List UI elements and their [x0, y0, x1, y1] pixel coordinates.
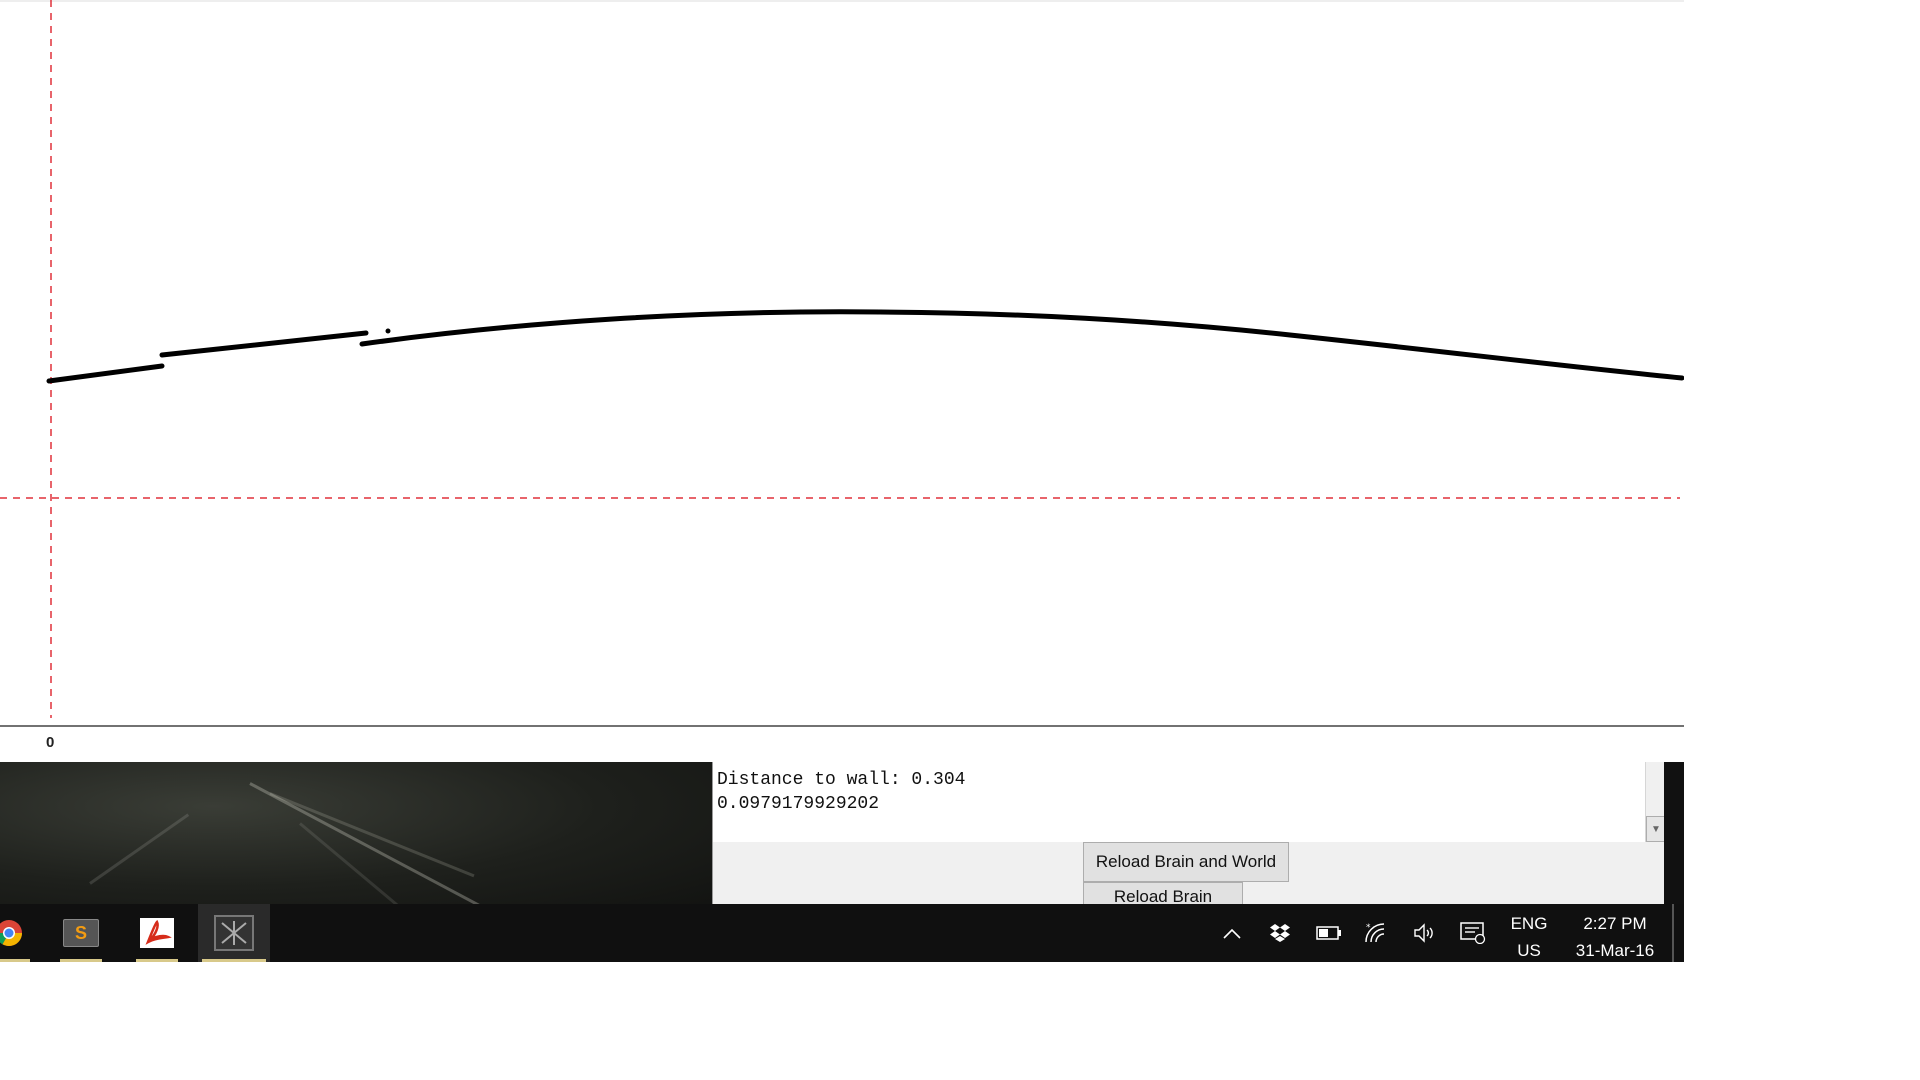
sublime-running-indicator	[60, 959, 102, 962]
curve-noise-dot	[385, 328, 391, 334]
chrome-icon[interactable]	[0, 904, 38, 962]
console-line-distance: Distance to wall: 0.304	[717, 770, 966, 790]
chevron-up-icon[interactable]	[1218, 904, 1246, 962]
taskbar: S * ENG US 2:27 PM 31-Mar-16	[0, 904, 1684, 962]
svg-text:*: *	[1366, 923, 1371, 933]
plot-canvas	[0, 0, 1684, 727]
console-output[interactable]: Distance to wall: 0.304 0.0979179929202	[713, 762, 1645, 842]
console-panel: Distance to wall: 0.304 0.0979179929202 …	[712, 762, 1666, 916]
dropbox-icon[interactable]	[1266, 904, 1294, 962]
language-line2: US	[1517, 941, 1541, 960]
language-indicator[interactable]: ENG US	[1504, 910, 1554, 964]
curve-segment-3	[359, 309, 1684, 381]
clock-date: 31-Mar-16	[1575, 941, 1655, 960]
window-edge	[1664, 762, 1684, 910]
notifications-icon[interactable]	[1458, 904, 1488, 962]
clock-time: 2:27 PM	[1583, 914, 1647, 933]
battery-icon[interactable]	[1314, 904, 1344, 962]
wall-scan-curve	[46, 309, 1684, 384]
show-desktop-button[interactable]	[1672, 904, 1674, 962]
sublime-text-icon[interactable]: S	[52, 904, 110, 962]
scroll-down-arrow-icon[interactable]: ▼	[1646, 816, 1666, 842]
volume-icon[interactable]	[1410, 904, 1440, 962]
soar-running-indicator	[202, 959, 266, 962]
console-scrollbar[interactable]: ▼	[1645, 762, 1666, 842]
reload-brain-and-world-button[interactable]: Reload Brain and World	[1083, 842, 1289, 882]
curve-segment-2	[159, 330, 369, 358]
language-line1: ENG	[1510, 914, 1548, 933]
console-line-value: 0.0979179929202	[717, 794, 880, 814]
wifi-icon[interactable]: *	[1362, 904, 1392, 962]
soar-app-icon[interactable]	[198, 904, 270, 962]
acrobat-reader-icon[interactable]	[128, 904, 186, 962]
clock[interactable]: 2:27 PM 31-Mar-16	[1560, 910, 1670, 964]
chrome-running-indicator	[0, 959, 30, 962]
curve-segment-1	[46, 363, 165, 384]
desktop-wallpaper	[0, 762, 712, 910]
sublime-glyph: S	[74, 922, 87, 943]
acrobat-running-indicator	[136, 959, 178, 962]
x-axis-zero-label: 0	[46, 734, 55, 751]
